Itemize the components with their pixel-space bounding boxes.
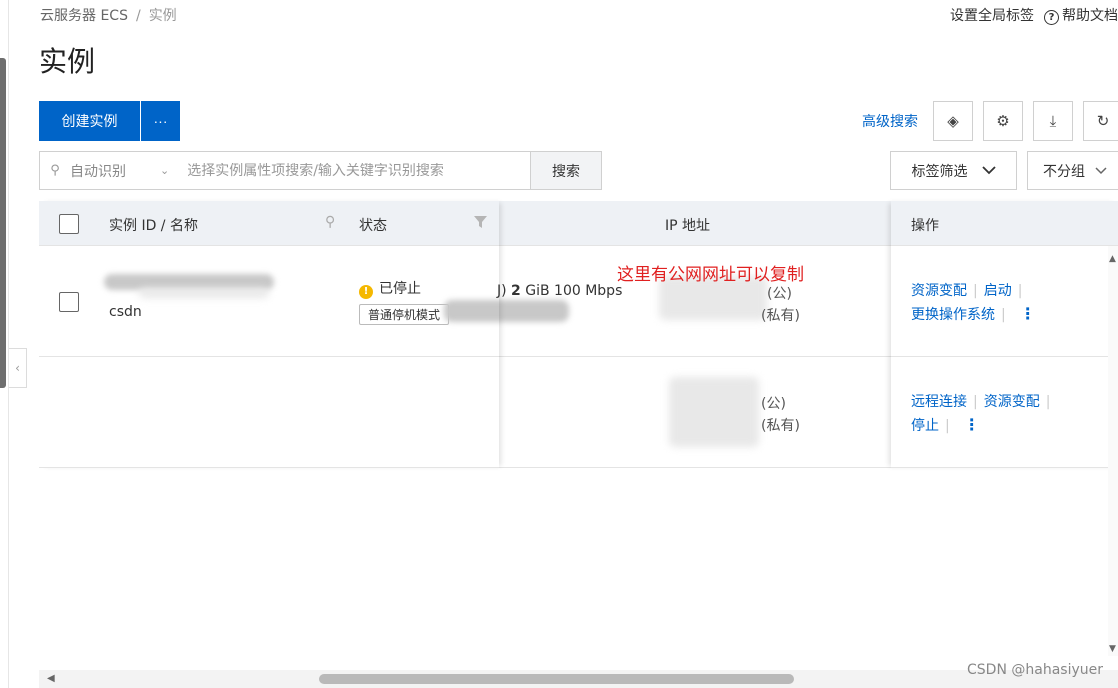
download-button[interactable]: ⤓ [1033, 101, 1073, 141]
resize-resources-link[interactable]: 资源变配 [984, 394, 1040, 410]
chevron-down-icon[interactable]: ⌄ [160, 164, 169, 177]
divider: | [945, 418, 950, 434]
chevron-left-icon: ‹ [15, 361, 20, 375]
refresh-icon: ↻ [1096, 112, 1110, 130]
gear-icon: ⚙ [996, 112, 1010, 130]
settings-button[interactable]: ⚙ [983, 101, 1023, 141]
start-link[interactable]: 启动 [984, 283, 1012, 299]
chevron-down-icon [981, 166, 996, 175]
help-icon: ? [1044, 10, 1059, 25]
divider: | [973, 394, 978, 410]
layers-icon: ◈ [947, 112, 959, 130]
more-vertical-icon[interactable]: ⋮ [964, 415, 980, 434]
breadcrumb-separator: / [135, 8, 141, 24]
ip-public-label: (公) [761, 396, 786, 412]
global-tags-link[interactable]: 设置全局标签 [950, 5, 1034, 25]
page-title: 实例 [39, 45, 96, 78]
spec-rest: GiB 100 Mbps [520, 283, 623, 299]
instance-name[interactable]: csdn [109, 304, 142, 320]
spec-memory: 2 [511, 283, 521, 299]
watermark: CSDN @hahasiyuer [967, 662, 1103, 678]
ip-public-label: (公) [767, 286, 792, 302]
status-text: 已停止 [379, 281, 421, 297]
stop-link[interactable]: 停止 [911, 418, 939, 434]
resize-resources-link[interactable]: 资源变配 [911, 283, 967, 299]
collapse-sidebar-handle[interactable]: ‹ [9, 348, 27, 388]
create-instance-button[interactable]: 创建实例 [39, 101, 140, 141]
change-os-link[interactable]: 更换操作系统 [911, 307, 995, 323]
left-rail[interactable] [0, 0, 9, 688]
horizontal-scrollbar[interactable]: ◀ [39, 670, 1118, 688]
divider: | [1001, 307, 1006, 323]
row-actions: 资源变配 | 启动 | [911, 280, 1028, 300]
table-header: 实例 ID / 名称 ⚲ 状态 IP 地址 操作 [39, 201, 1118, 246]
divider: | [973, 283, 978, 299]
remote-connect-link[interactable]: 远程连接 [911, 394, 967, 410]
annotation-note: 这里有公网网址可以复制 [617, 265, 804, 285]
help-label: 帮助文档 [1062, 8, 1118, 24]
search-icon[interactable]: ⚲ [325, 214, 335, 230]
header-actions: 设置全局标签 ? 帮助文档 [950, 5, 1118, 25]
advanced-search-link[interactable]: 高级搜索 [862, 111, 918, 131]
ip-private-label: (私有) [761, 418, 800, 434]
divider: | [1017, 283, 1023, 299]
warning-icon: ! [359, 284, 373, 299]
filter-icon[interactable] [474, 216, 487, 229]
status-badge: ! 已停止 [359, 278, 421, 299]
header-status: 状态 [359, 218, 387, 234]
row-actions-secondary: 停止 | ⋮ [911, 415, 980, 435]
redacted-ip [669, 377, 759, 447]
search-box: ⚲ 自动识别 ⌄ [39, 151, 531, 190]
header-ip-address: IP 地址 [665, 218, 711, 234]
header-actions: 操作 [911, 218, 939, 234]
header-instance-id: 实例 ID / 名称 [109, 218, 198, 234]
tag-filter-dropdown[interactable]: 标签筛选 [890, 151, 1017, 190]
instance-table: 实例 ID / 名称 ⚲ 状态 IP 地址 操作 csdn ! 已停止 普通停机模… [39, 201, 1118, 468]
scroll-left-icon[interactable]: ◀ [47, 673, 55, 684]
download-icon: ⤓ [1049, 112, 1057, 130]
more-actions-button[interactable]: ··· [141, 101, 180, 141]
more-vertical-icon[interactable]: ⋮ [1020, 304, 1036, 323]
spec-prefix: J) [497, 283, 507, 299]
row-actions: 远程连接 | 资源变配 | [911, 391, 1056, 411]
instance-spec: J) 2 GiB 100 Mbps [497, 283, 622, 299]
breadcrumb-current: 实例 [148, 8, 177, 24]
group-select-label: 不分组 [1043, 163, 1085, 180]
vertical-scrollbar[interactable]: ▲ ▼ [1108, 246, 1118, 656]
tag-filter-label: 标签筛选 [911, 163, 968, 180]
group-select[interactable]: 不分组 [1027, 151, 1118, 190]
stop-mode-tag: 普通停机模式 [359, 304, 450, 325]
select-all-checkbox[interactable] [59, 214, 79, 234]
help-link[interactable]: ? 帮助文档 [1044, 5, 1118, 25]
table-row: csdn ! 已停止 普通停机模式 J) 2 GiB 100 Mbps (公) (… [39, 246, 1118, 357]
horizontal-scrollbar-thumb[interactable] [319, 674, 794, 684]
redacted-info [444, 300, 569, 322]
search-button[interactable]: 搜索 [530, 151, 602, 190]
row-checkbox[interactable] [59, 292, 79, 312]
scroll-down-icon[interactable]: ▼ [1109, 644, 1116, 654]
layers-button[interactable]: ◈ [933, 101, 973, 141]
search-input[interactable] [187, 162, 530, 179]
left-rail-thumb[interactable] [0, 58, 6, 388]
chevron-down-icon [1095, 166, 1107, 174]
search-icon: ⚲ [50, 163, 60, 178]
refresh-button[interactable]: ↻ [1083, 101, 1118, 141]
table-row: (公) (私有) 远程连接 | 资源变配 | 停止 | ⋮ [39, 357, 1118, 468]
breadcrumb: 云服务器 ECS / 实例 [40, 5, 177, 25]
scroll-up-icon[interactable]: ▲ [1109, 254, 1116, 264]
redacted-instance-id [139, 288, 269, 298]
breadcrumb-root[interactable]: 云服务器 ECS [40, 8, 128, 24]
search-mode-select[interactable]: 自动识别 [70, 161, 160, 181]
row-actions-secondary: 更换操作系统 | ⋮ [911, 304, 1036, 324]
ip-private-label: (私有) [761, 308, 800, 324]
divider: | [1045, 394, 1051, 410]
